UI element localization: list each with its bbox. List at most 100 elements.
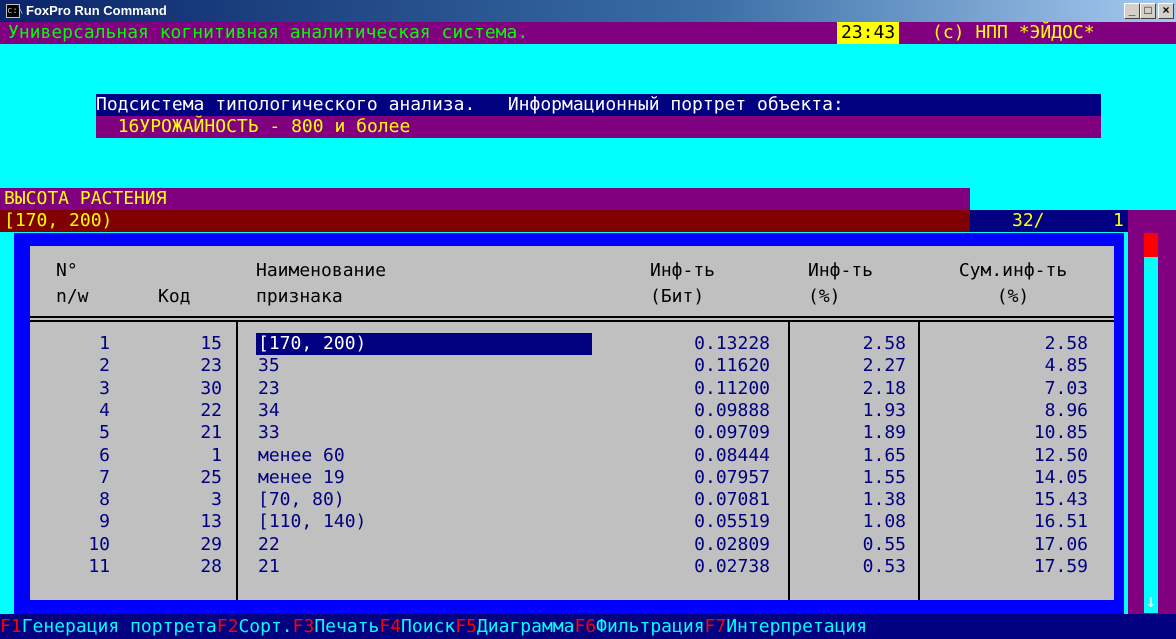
window-title: FoxPro Run Command xyxy=(26,3,167,18)
row-info-bit: 0.02738 xyxy=(694,556,770,577)
row-info-bit: 0.02809 xyxy=(694,533,770,555)
clock: 23:43 xyxy=(837,22,900,44)
portrait-label: Информационный портрет объекта: xyxy=(507,94,844,115)
row-sum: 17.06 xyxy=(1033,533,1088,555)
table-row[interactable]: 3 30 23 0.11200 2.18 7.03 xyxy=(30,378,1114,400)
row-code: 13 xyxy=(200,511,222,533)
header-num: N° n/w xyxy=(56,260,89,307)
scale-name: ВЫСОТА РАСТЕНИЯ xyxy=(0,188,970,210)
row-code: 25 xyxy=(200,466,222,488)
function-label-f1[interactable]: Генерация портрета xyxy=(22,616,217,637)
position-indicator: 32/ 1 xyxy=(970,210,1128,232)
table-row[interactable]: 11 28 21 0.02738 0.53 17.59 xyxy=(30,556,1114,578)
row-info-bit: 0.09888 xyxy=(694,399,770,421)
row-info-pct: 1.89 xyxy=(862,422,906,444)
row-code: 23 xyxy=(200,355,222,377)
row-sum: 10.85 xyxy=(1033,422,1088,444)
row-info-bit: 0.07957 xyxy=(694,466,770,488)
row-number: 8 xyxy=(99,489,110,511)
row-info-pct: 1.55 xyxy=(862,466,906,488)
minimize-button[interactable]: _ xyxy=(1124,3,1140,19)
system-header: Универсальная когнитивная аналитическая … xyxy=(0,22,1176,44)
row-info-pct: 2.58 xyxy=(862,333,906,354)
row-code: 28 xyxy=(200,556,222,577)
table-row[interactable]: 7 25 менее 19 0.07957 1.55 14.05 xyxy=(30,467,1114,489)
table-row[interactable]: 2 23 35 0.11620 2.27 4.85 xyxy=(30,355,1114,377)
row-number: 9 xyxy=(99,511,110,533)
function-key-f7[interactable]: F7 xyxy=(705,616,727,637)
row-sum: 14.05 xyxy=(1033,466,1088,488)
copyright: (c) НПП *ЭЙДОС* xyxy=(932,22,1095,43)
table-row[interactable]: 6 1 менее 60 0.08444 1.65 12.50 xyxy=(30,445,1114,467)
function-label-f3[interactable]: Печать xyxy=(314,616,379,637)
row-number: 2 xyxy=(99,355,110,377)
row-sum: 16.51 xyxy=(1033,511,1088,533)
console-icon[interactable]: c:\ xyxy=(6,4,23,18)
row-sum: 12.50 xyxy=(1033,444,1088,466)
row-code: 15 xyxy=(200,333,222,354)
maximize-button[interactable]: □ xyxy=(1140,3,1156,19)
function-label-f2[interactable]: Сорт. xyxy=(238,616,292,637)
row-sum: 2.58 xyxy=(1044,333,1088,354)
row-info-bit: 0.08444 xyxy=(694,444,770,466)
window-title-bar[interactable]: c:\ FoxPro Run Command _ □ × xyxy=(0,0,1176,22)
row-number: 3 xyxy=(99,377,110,399)
table-row[interactable]: 9 13 [110, 140) 0.05519 1.08 16.51 xyxy=(30,511,1114,533)
row-code: 22 xyxy=(200,399,222,421)
function-key-f3[interactable]: F3 xyxy=(293,616,315,637)
header-info-bit: Инф-ть (Бит) xyxy=(650,260,716,307)
table-row[interactable]: 1 15 [170, 200) 0.13228 2.58 2.58 xyxy=(30,333,1114,356)
table-row[interactable]: 10 29 22 0.02809 0.55 17.06 xyxy=(30,534,1114,556)
subsystem-line: Подсистема типологического анализа. Инфо… xyxy=(96,94,1101,116)
row-code: 1 xyxy=(211,444,222,466)
table-row[interactable]: 5 21 33 0.09709 1.89 10.85 xyxy=(30,422,1114,444)
system-title: Универсальная когнитивная аналитическая … xyxy=(8,22,529,43)
row-number: 6 xyxy=(99,444,110,466)
header-code: Код xyxy=(158,286,191,307)
header-name: Наименование признака xyxy=(256,260,387,307)
function-key-f2[interactable]: F2 xyxy=(217,616,239,637)
row-name: 21 xyxy=(258,556,280,577)
row-name: менее 60 xyxy=(258,444,345,466)
function-label-f7[interactable]: Интерпретация xyxy=(726,616,867,637)
function-key-f4[interactable]: F4 xyxy=(379,616,401,637)
row-name: [110, 140) xyxy=(258,511,367,533)
row-info-bit: 0.13228 xyxy=(694,333,770,354)
row-info-pct: 1.08 xyxy=(862,511,906,533)
header-sum: Сум.инф-ть (%) xyxy=(958,260,1068,307)
row-number: 10 xyxy=(88,533,110,555)
subsystem-title: Подсистема типологического анализа. xyxy=(96,94,476,115)
table-row[interactable]: 4 22 34 0.09888 1.93 8.96 xyxy=(30,400,1114,422)
function-key-f1[interactable]: F1 xyxy=(0,616,22,637)
scrollbar-track[interactable] xyxy=(1144,233,1158,613)
row-info-pct: 1.38 xyxy=(862,489,906,511)
row-info-bit: 0.11620 xyxy=(694,355,770,377)
object-line: 16УРОЖАЙНОСТЬ - 800 и более xyxy=(96,116,1101,138)
function-label-f5[interactable]: Диаграмма xyxy=(477,616,575,637)
page-number: 1 xyxy=(1113,210,1124,231)
function-label-f6[interactable]: Фильтрация xyxy=(596,616,704,637)
row-info-bit: 0.07081 xyxy=(694,489,770,511)
row-name: 33 xyxy=(258,422,280,444)
row-info-pct: 2.27 xyxy=(862,355,906,377)
table-row[interactable]: 8 3 [70, 80) 0.07081 1.38 15.43 xyxy=(30,489,1114,511)
row-info-bit: 0.05519 xyxy=(694,511,770,533)
row-name: [70, 80) xyxy=(258,489,345,511)
header-info-pct: Инф-ть (%) xyxy=(808,260,874,307)
scrollbar-thumb[interactable] xyxy=(1144,233,1158,257)
row-sum: 8.96 xyxy=(1044,399,1088,421)
row-code: 21 xyxy=(200,422,222,444)
header-divider xyxy=(30,316,1114,318)
header-divider-2 xyxy=(30,320,1114,322)
function-label-f4[interactable]: Поиск xyxy=(401,616,455,637)
row-sum: 17.59 xyxy=(1033,556,1088,577)
scroll-down-arrow-icon[interactable]: ↓ xyxy=(1144,592,1158,612)
close-button[interactable]: × xyxy=(1158,3,1174,19)
row-number: 4 xyxy=(99,399,110,421)
function-key-f6[interactable]: F6 xyxy=(574,616,596,637)
row-sum: 7.03 xyxy=(1044,377,1088,399)
row-code: 30 xyxy=(200,377,222,399)
function-key-f5[interactable]: F5 xyxy=(455,616,477,637)
row-number: 1 xyxy=(99,333,110,354)
row-name: менее 19 xyxy=(258,466,345,488)
